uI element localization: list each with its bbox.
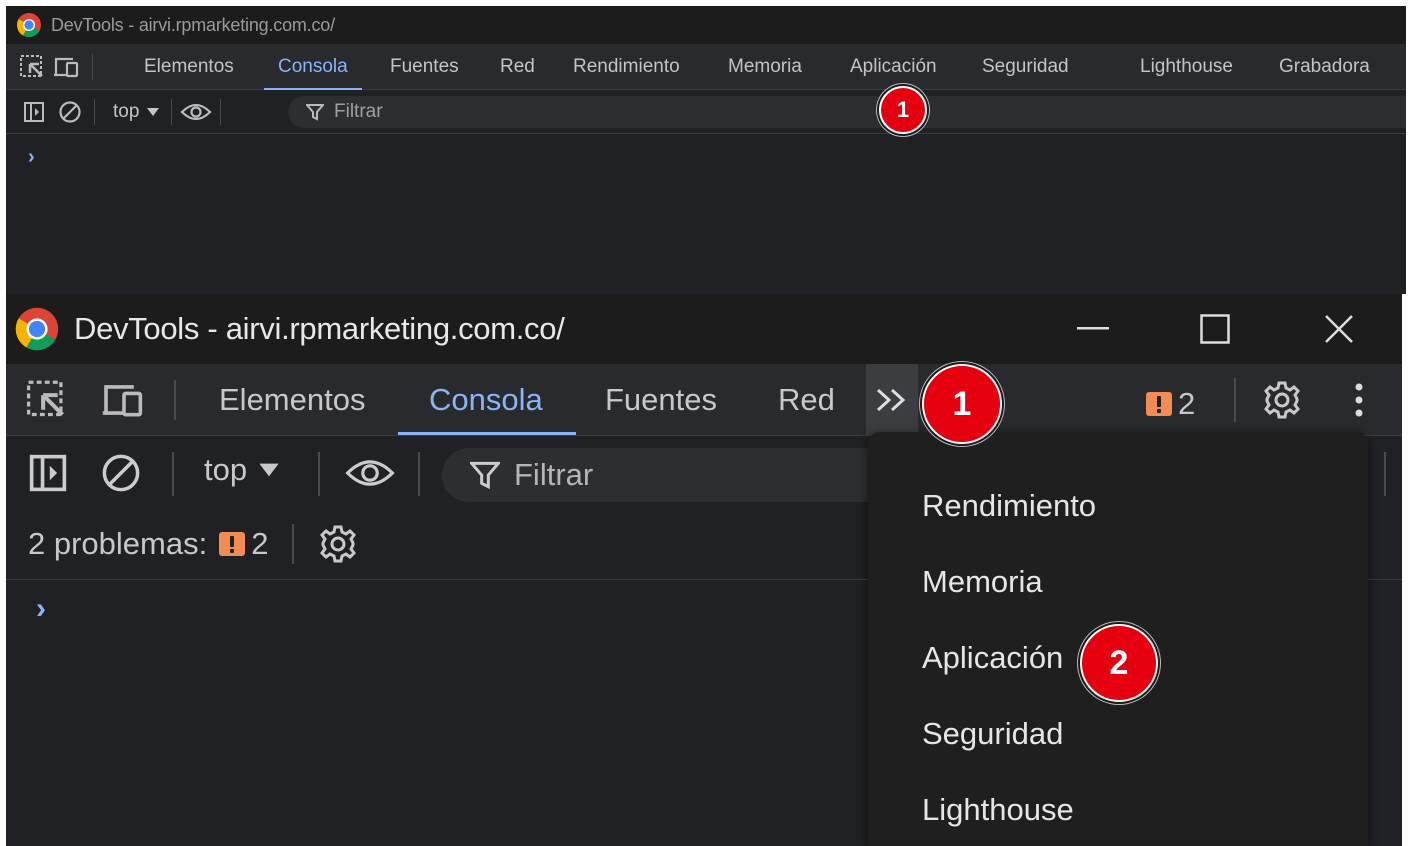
dropdown-arrow-icon — [147, 107, 160, 117]
divider — [1384, 452, 1386, 496]
menu-item-memoria[interactable]: Memoria — [922, 564, 1043, 600]
context-label: top — [113, 100, 140, 122]
panel-tab-bar: Elementos Consola Fuentes Red Rendimient… — [6, 44, 1406, 90]
menu-item-rendimiento[interactable]: Rendimiento — [922, 488, 1096, 524]
minimize-button[interactable] — [1058, 294, 1128, 364]
chrome-logo-icon — [14, 306, 60, 352]
issues-counter-button[interactable]: 2 — [1146, 386, 1195, 422]
filter-input[interactable]: Filtrar — [288, 96, 1406, 128]
chrome-logo-icon — [16, 12, 42, 38]
tab-red[interactable]: Red — [500, 44, 535, 90]
tab-fuentes[interactable]: Fuentes — [605, 364, 717, 436]
step-marker-1: 1 — [922, 364, 1002, 444]
divider — [172, 452, 174, 496]
divider — [418, 452, 420, 496]
divider — [94, 98, 95, 125]
filter-input[interactable]: Filtrar — [442, 448, 902, 502]
step-marker-1-small: 1 — [879, 86, 927, 134]
live-expression-eye-icon[interactable] — [178, 90, 214, 134]
tab-fuentes[interactable]: Fuentes — [390, 44, 459, 90]
tab-seguridad[interactable]: Seguridad — [982, 44, 1069, 90]
context-label: top — [204, 452, 248, 487]
device-toolbar-icon[interactable] — [100, 378, 148, 422]
problems-count: 2 — [251, 526, 269, 561]
divider — [92, 53, 93, 80]
inspect-element-icon[interactable] — [16, 44, 50, 90]
warning-issue-icon — [219, 532, 246, 556]
tab-lighthouse[interactable]: Lighthouse — [1140, 44, 1233, 90]
context-selector[interactable]: top — [204, 452, 279, 488]
tab-consola[interactable]: Consola — [429, 364, 543, 436]
filter-funnel-icon — [470, 460, 500, 490]
menu-item-seguridad[interactable]: Seguridad — [922, 716, 1063, 752]
close-window-button[interactable] — [1304, 294, 1374, 364]
problems-badge[interactable]: 2 — [219, 526, 268, 562]
double-chevron-right-icon — [876, 388, 906, 412]
inspect-element-icon[interactable] — [26, 378, 70, 422]
console-toolbar: top Filtrar — [6, 90, 1406, 134]
problems-label: 2 problemas: — [28, 526, 208, 561]
console-prompt-icon[interactable]: › — [28, 146, 35, 169]
filter-funnel-icon — [306, 103, 324, 121]
tab-elementos[interactable]: Elementos — [219, 364, 365, 436]
tab-rendimiento[interactable]: Rendimiento — [573, 44, 680, 90]
window-title: DevTools - airvi.rpmarketing.com.co/ — [51, 14, 335, 35]
device-toolbar-icon[interactable] — [50, 44, 84, 90]
dropdown-arrow-icon — [259, 462, 279, 478]
divider — [220, 98, 222, 125]
step-marker-2: 2 — [1080, 624, 1158, 702]
tab-red[interactable]: Red — [778, 364, 835, 436]
menu-item-aplicacion[interactable]: Aplicación — [922, 640, 1063, 676]
title-bar: DevTools - airvi.rpmarketing.com.co/ — [6, 6, 1406, 44]
more-options-kebab-icon[interactable] — [1342, 378, 1376, 422]
tab-consola[interactable]: Consola — [264, 44, 362, 90]
devtools-window-small: DevTools - airvi.rpmarketing.com.co/ Ele… — [6, 6, 1406, 294]
divider — [171, 98, 173, 125]
filter-placeholder: Filtrar — [514, 457, 594, 492]
divider — [1234, 378, 1236, 422]
tab-memoria[interactable]: Memoria — [728, 44, 802, 90]
tab-elementos[interactable]: Elementos — [144, 44, 234, 90]
tab-aplicacion[interactable]: Aplicación — [850, 44, 937, 90]
divider — [174, 380, 176, 420]
clear-console-icon[interactable] — [52, 90, 88, 134]
active-tab-underline — [398, 432, 576, 435]
context-selector[interactable]: top — [113, 100, 160, 123]
divider — [292, 524, 295, 564]
menu-item-lighthouse[interactable]: Lighthouse — [922, 792, 1074, 828]
maximize-button[interactable] — [1180, 294, 1250, 364]
live-expression-eye-icon[interactable] — [342, 450, 398, 496]
console-prompt-icon[interactable]: › — [36, 592, 46, 626]
show-sidebar-icon[interactable] — [26, 450, 70, 496]
window-title: DevTools - airvi.rpmarketing.com.co/ — [74, 311, 565, 346]
console-settings-gear-icon[interactable] — [318, 524, 358, 564]
show-sidebar-icon[interactable] — [16, 90, 52, 134]
divider — [318, 452, 320, 496]
issues-count: 2 — [1178, 386, 1196, 421]
filter-placeholder: Filtrar — [334, 101, 383, 122]
warning-issue-icon — [1146, 392, 1172, 416]
tab-grabadora[interactable]: Grabadora — [1279, 44, 1370, 90]
panel-tab-bar: Elementos Consola Fuentes Red 2 — [6, 364, 1402, 436]
more-tabs-button[interactable] — [866, 364, 918, 436]
title-bar: DevTools - airvi.rpmarketing.com.co/ — [6, 294, 1402, 364]
settings-gear-icon[interactable] — [1260, 378, 1304, 422]
clear-console-icon[interactable] — [98, 450, 144, 496]
